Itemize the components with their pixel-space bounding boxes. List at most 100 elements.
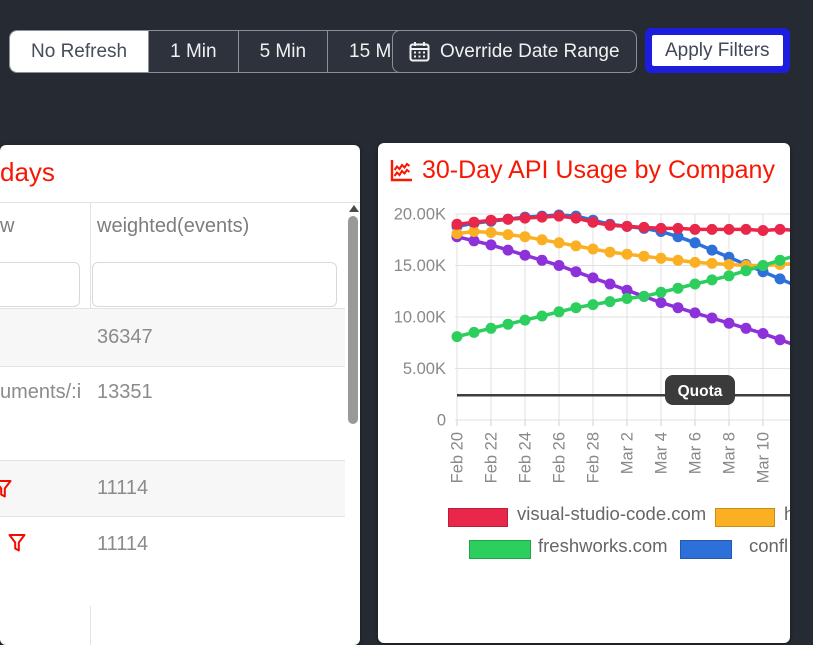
data-point[interactable]: [554, 237, 565, 248]
data-point[interactable]: [571, 213, 582, 224]
data-point[interactable]: [690, 224, 701, 235]
data-point[interactable]: [452, 219, 463, 230]
data-point[interactable]: [537, 255, 548, 266]
data-point[interactable]: [673, 255, 684, 266]
data-point[interactable]: [775, 224, 786, 235]
data-point[interactable]: [741, 265, 752, 276]
table-row[interactable]: 11114: [0, 460, 345, 516]
column-header-route[interactable]: w: [0, 215, 14, 238]
column-filter-input-route[interactable]: [0, 262, 80, 307]
data-point[interactable]: [775, 255, 786, 266]
data-point[interactable]: [775, 273, 786, 284]
data-point[interactable]: [622, 249, 633, 260]
data-point[interactable]: [775, 334, 786, 345]
refresh-interval-group[interactable]: No Refresh1 Min5 Min15 Min: [9, 30, 428, 73]
table-row[interactable]: uments/:i13351: [0, 366, 345, 460]
data-point[interactable]: [486, 227, 497, 238]
usage-line-chart[interactable]: 05.00K10.00K15.00K20.00KFeb 20Feb 22Feb …: [378, 198, 790, 508]
data-point[interactable]: [537, 311, 548, 322]
data-point[interactable]: [724, 270, 735, 281]
data-point[interactable]: [639, 222, 650, 233]
data-point[interactable]: [520, 231, 531, 242]
data-point[interactable]: [707, 258, 718, 269]
data-point[interactable]: [707, 245, 718, 256]
data-point[interactable]: [673, 283, 684, 294]
data-point[interactable]: [639, 251, 650, 262]
data-point[interactable]: [741, 323, 752, 334]
data-point[interactable]: [554, 211, 565, 222]
data-point[interactable]: [588, 244, 599, 255]
data-point[interactable]: [690, 237, 701, 248]
data-point[interactable]: [707, 313, 718, 324]
refresh-option-no-refresh[interactable]: No Refresh: [10, 31, 148, 72]
legend-label[interactable]: confl: [749, 535, 788, 557]
data-point[interactable]: [486, 215, 497, 226]
data-point[interactable]: [571, 302, 582, 313]
data-point[interactable]: [571, 240, 582, 251]
data-point[interactable]: [605, 296, 616, 307]
data-point[interactable]: [503, 214, 514, 225]
data-point[interactable]: [486, 323, 497, 334]
refresh-option-5-min[interactable]: 5 Min: [238, 31, 327, 72]
data-point[interactable]: [724, 259, 735, 270]
data-point[interactable]: [639, 291, 650, 302]
legend-label[interactable]: freshworks.com: [538, 535, 668, 557]
data-point[interactable]: [503, 245, 514, 256]
data-point[interactable]: [724, 318, 735, 329]
data-point[interactable]: [656, 297, 667, 308]
data-point[interactable]: [605, 279, 616, 290]
data-point[interactable]: [690, 257, 701, 268]
data-point[interactable]: [758, 328, 769, 339]
data-point[interactable]: [656, 287, 667, 298]
data-point[interactable]: [486, 239, 497, 250]
table-row[interactable]: 11114: [0, 516, 345, 606]
data-point[interactable]: [605, 247, 616, 258]
data-point[interactable]: [537, 212, 548, 223]
data-point[interactable]: [469, 217, 480, 228]
column-filter-input-weighted-events[interactable]: [92, 262, 337, 307]
data-point[interactable]: [605, 220, 616, 231]
data-point[interactable]: [520, 315, 531, 326]
data-point[interactable]: [503, 229, 514, 240]
data-point[interactable]: [690, 279, 701, 290]
override-date-range-button[interactable]: Override Date Range: [392, 30, 637, 73]
data-point[interactable]: [707, 274, 718, 285]
x-axis-tick-label: Mar 4: [653, 432, 671, 474]
data-point[interactable]: [656, 253, 667, 264]
refresh-option-1-min[interactable]: 1 Min: [148, 31, 237, 72]
legend-label[interactable]: visual-studio-code.com: [517, 503, 706, 525]
data-point[interactable]: [469, 327, 480, 338]
data-point[interactable]: [707, 224, 718, 235]
legend-swatch[interactable]: [680, 540, 732, 559]
legend-label[interactable]: h: [784, 503, 790, 525]
table-row[interactable]: 36347: [0, 308, 345, 366]
legend-swatch[interactable]: [715, 508, 775, 527]
data-point[interactable]: [554, 260, 565, 271]
data-point[interactable]: [588, 272, 599, 283]
data-point[interactable]: [758, 260, 769, 271]
legend-swatch[interactable]: [448, 508, 508, 527]
data-point[interactable]: [690, 307, 701, 318]
data-point[interactable]: [622, 293, 633, 304]
data-point[interactable]: [503, 319, 514, 330]
data-point[interactable]: [622, 221, 633, 232]
data-point[interactable]: [452, 331, 463, 342]
data-point[interactable]: [588, 217, 599, 228]
data-point[interactable]: [656, 223, 667, 234]
data-point[interactable]: [724, 224, 735, 235]
data-point[interactable]: [758, 225, 769, 236]
data-point[interactable]: [673, 223, 684, 234]
table-scrollbar[interactable]: [348, 216, 358, 424]
data-point[interactable]: [673, 302, 684, 313]
data-point[interactable]: [537, 234, 548, 245]
data-point[interactable]: [741, 224, 752, 235]
scrollbar-up-icon[interactable]: [349, 205, 359, 212]
apply-filters-button[interactable]: Apply Filters: [652, 35, 783, 66]
data-point[interactable]: [554, 306, 565, 317]
data-point[interactable]: [520, 213, 531, 224]
legend-swatch[interactable]: [469, 540, 531, 559]
data-point[interactable]: [588, 299, 599, 310]
column-header-weighted-events[interactable]: weighted(events): [97, 215, 249, 238]
data-point[interactable]: [520, 250, 531, 261]
data-point[interactable]: [571, 266, 582, 277]
